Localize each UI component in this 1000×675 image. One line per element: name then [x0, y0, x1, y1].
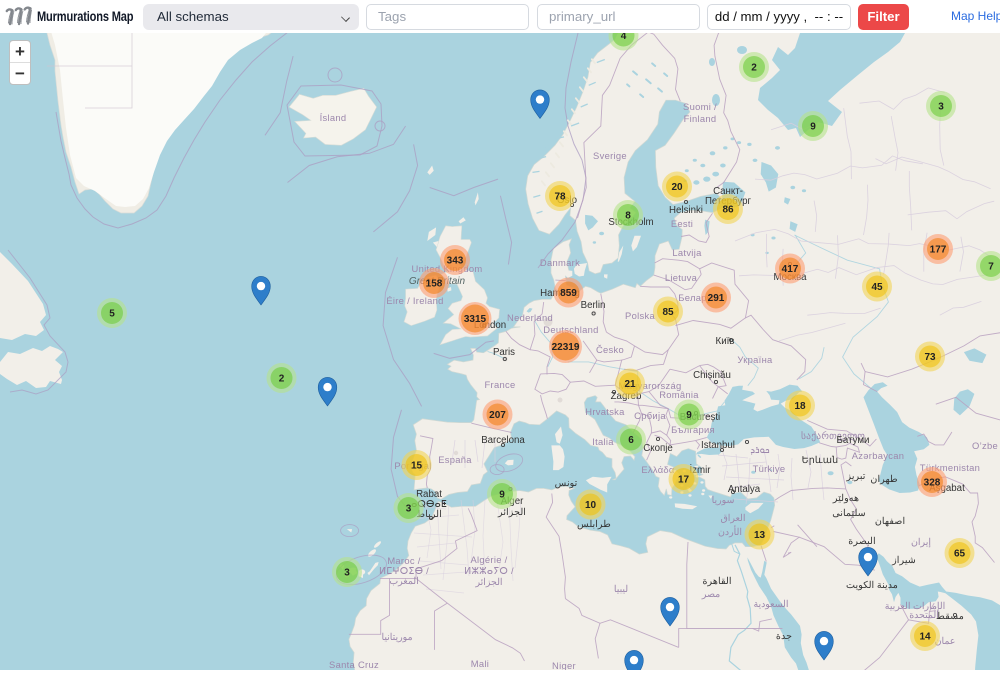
svg-text:15: 15: [411, 461, 423, 472]
svg-text:859: 859: [560, 288, 577, 299]
svg-text:ܟܘܪܕ: ܟܘܪܕ: [750, 444, 769, 455]
svg-text:طهران: طهران: [870, 474, 898, 485]
svg-text:17: 17: [678, 475, 690, 486]
svg-text:الجزائر: الجزائر: [474, 576, 502, 588]
svg-text:Česko: Česko: [596, 344, 624, 355]
svg-text:موريتانيا: موريتانيا: [382, 631, 413, 643]
svg-text:85: 85: [662, 307, 674, 318]
svg-text:22319: 22319: [552, 342, 580, 353]
svg-text:14: 14: [919, 632, 931, 643]
svg-text:مصر: مصر: [701, 588, 720, 600]
svg-text:إيران: إيران: [911, 536, 931, 548]
svg-text:Helsinki: Helsinki: [669, 205, 703, 216]
svg-text:Latvija: Latvija: [672, 247, 702, 258]
svg-text:Italia: Italia: [592, 436, 614, 447]
svg-text:Berlin: Berlin: [581, 300, 606, 311]
svg-text:Polska: Polska: [625, 310, 655, 321]
svg-text:Danmark: Danmark: [540, 257, 580, 268]
svg-text:13: 13: [754, 530, 766, 541]
svg-text:Niger: Niger: [552, 660, 576, 670]
svg-text:18: 18: [794, 401, 806, 412]
svg-text:Երևան: Երևան: [802, 455, 839, 466]
svg-text:مسقط: مسقط: [936, 611, 964, 622]
svg-text:العراق: العراق: [720, 512, 745, 524]
svg-text:Sverige: Sverige: [593, 150, 627, 161]
svg-text:شيراز: شيراز: [891, 555, 916, 566]
svg-text:5: 5: [109, 309, 115, 320]
svg-text:Barcelona: Barcelona: [481, 435, 525, 446]
svg-text:Türkiye: Türkiye: [753, 463, 786, 474]
svg-text:9: 9: [686, 410, 692, 421]
svg-text:سلێمانی: سلێمانی: [832, 508, 866, 519]
svg-text:78: 78: [554, 192, 566, 203]
svg-text:417: 417: [782, 264, 799, 275]
svg-text:القاهرة: القاهرة: [702, 576, 731, 587]
svg-text:France: France: [485, 379, 516, 390]
svg-text:Finland: Finland: [684, 113, 717, 124]
svg-text:8: 8: [625, 211, 631, 222]
svg-text:Скопје: Скопје: [643, 443, 673, 454]
svg-text:3: 3: [938, 102, 944, 113]
svg-text:86: 86: [722, 205, 734, 216]
svg-text:Mali: Mali: [471, 658, 489, 669]
svg-text:291: 291: [708, 293, 725, 304]
svg-text:Србија: Србија: [634, 410, 666, 421]
svg-text:O’zbe: O’zbe: [972, 440, 998, 451]
svg-text:المتحدة: المتحدة: [909, 609, 939, 620]
svg-text:تبريز: تبريز: [845, 471, 865, 482]
svg-text:Paris: Paris: [493, 347, 515, 358]
svg-text:Nederland: Nederland: [507, 312, 553, 323]
svg-text:177: 177: [930, 245, 947, 256]
svg-text:9: 9: [810, 122, 816, 133]
svg-text:20: 20: [671, 182, 683, 193]
svg-text:România: România: [659, 389, 699, 400]
svg-text:10: 10: [585, 500, 597, 511]
svg-text:البصرة: البصرة: [848, 536, 875, 547]
svg-text:6: 6: [628, 435, 634, 446]
svg-text:73: 73: [924, 352, 936, 363]
svg-text:Ísland: Ísland: [320, 112, 347, 123]
svg-text:Azərbaycan: Azərbaycan: [852, 450, 905, 461]
svg-text:7: 7: [988, 262, 994, 273]
svg-text:Lietuva: Lietuva: [665, 272, 698, 283]
svg-text:España: España: [438, 454, 472, 465]
svg-text:الأردن: الأردن: [718, 525, 742, 538]
svg-text:Chișinău: Chișinău: [693, 370, 731, 381]
svg-text:Україна: Україна: [737, 354, 773, 365]
svg-text:المغرب: المغرب: [389, 575, 418, 587]
svg-text:Istanbul: Istanbul: [701, 440, 735, 451]
svg-text:تونس: تونس: [555, 478, 578, 489]
svg-text:2: 2: [751, 63, 757, 74]
svg-text:Eesti: Eesti: [671, 218, 693, 229]
svg-text:3: 3: [344, 568, 350, 579]
svg-text:45: 45: [871, 282, 883, 293]
svg-text:65: 65: [954, 549, 966, 560]
svg-text:4: 4: [621, 33, 627, 42]
svg-text:3315: 3315: [464, 314, 487, 325]
svg-text:328: 328: [924, 478, 941, 489]
svg-text:343: 343: [447, 256, 464, 267]
svg-text:ⵍⵣⵣⴰⵢⵔ /: ⵍⵣⵣⴰⵢⵔ /: [464, 565, 514, 576]
svg-text:طرابلس: طرابلس: [577, 519, 611, 530]
svg-text:سوريا: سوريا: [712, 494, 735, 506]
svg-text:السعودية: السعودية: [753, 598, 788, 610]
svg-text:Батуми: Батуми: [837, 435, 870, 446]
svg-text:ليبيا: ليبيا: [614, 583, 628, 594]
svg-text:Algérie /: Algérie /: [470, 554, 507, 565]
svg-text:مدينة الكويت: مدينة الكويت: [846, 580, 898, 591]
svg-text:158: 158: [426, 279, 443, 290]
svg-text:9: 9: [499, 490, 505, 501]
svg-text:Hrvatska: Hrvatska: [585, 406, 625, 417]
svg-text:هەولێر: هەولێر: [832, 493, 859, 504]
svg-text:Santa Cruz: Santa Cruz: [329, 659, 379, 670]
svg-text:3: 3: [406, 504, 412, 515]
svg-text:جدة: جدة: [776, 631, 792, 642]
svg-text:21: 21: [624, 379, 636, 390]
svg-text:Suomi /: Suomi /: [683, 101, 717, 112]
svg-text:اصفهان: اصفهان: [875, 516, 905, 527]
svg-text:207: 207: [489, 410, 506, 421]
svg-text:2: 2: [279, 374, 285, 385]
